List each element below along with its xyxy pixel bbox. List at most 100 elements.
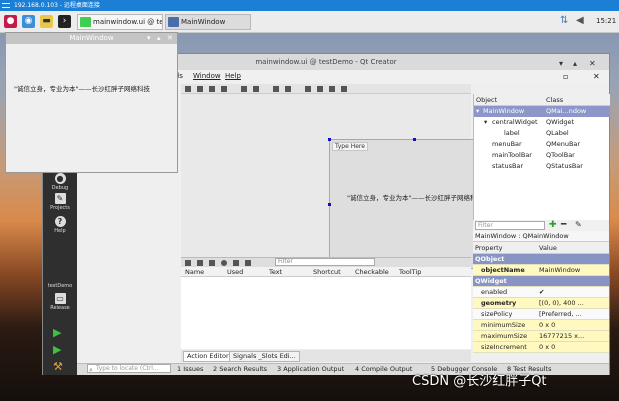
column-header[interactable]: Name bbox=[185, 267, 204, 277]
break-layout-icon[interactable] bbox=[329, 86, 335, 92]
paste-action-icon[interactable] bbox=[209, 260, 215, 266]
layout-form-icon[interactable] bbox=[317, 86, 323, 92]
kit-selector[interactable]: testDemo ▭ Release bbox=[43, 283, 77, 311]
edit-buddies-icon[interactable] bbox=[209, 86, 215, 92]
tree-item-menubar[interactable]: menuBar QMenuBar bbox=[474, 139, 610, 150]
layout-split-h-icon[interactable] bbox=[273, 86, 279, 92]
object-inspector: Object Class ▾ MainWindow QMai...ndow ▾ … bbox=[473, 94, 610, 228]
mainwindow-title: MainWindow bbox=[69, 34, 114, 42]
adjust-size-icon[interactable] bbox=[341, 86, 347, 92]
settings-icon[interactable] bbox=[221, 260, 227, 266]
csdn-watermark: CSDN @长沙红胖子Qt bbox=[412, 374, 547, 389]
property-row[interactable]: geometry [(0, 0), 400 ... bbox=[473, 298, 609, 309]
qtcreator-icon bbox=[80, 17, 91, 27]
pane-issues[interactable]: 1 Issues bbox=[177, 364, 203, 375]
close-icon[interactable]: ✕ bbox=[167, 33, 173, 44]
menu-type-here[interactable]: Type Here bbox=[332, 142, 368, 151]
volume-icon[interactable]: ◀ bbox=[576, 15, 584, 26]
edit-tab-order-icon[interactable] bbox=[221, 86, 227, 92]
property-row[interactable]: enabled ✔ bbox=[473, 287, 609, 298]
editor-tabs: Action Editor Signals _Slots Edi... bbox=[181, 350, 471, 362]
remove-property-icon[interactable]: ━ bbox=[561, 220, 566, 230]
layout-horizontal-icon[interactable] bbox=[241, 86, 247, 92]
run-icon[interactable]: ▶ bbox=[53, 326, 61, 339]
property-filter-input[interactable]: Filter bbox=[475, 221, 545, 230]
tree-item-maintoolbar[interactable]: mainToolBar QToolBar bbox=[474, 150, 610, 161]
new-action-icon[interactable] bbox=[185, 260, 191, 266]
view-mode-icon[interactable] bbox=[245, 260, 251, 266]
taskbar-task-qtcreator[interactable]: mainwindow.ui @ tes... bbox=[77, 14, 163, 30]
mainwindow-label: "诚信立身，专业为本"——长沙红胖子网络科技 bbox=[14, 85, 150, 93]
collapse-icon[interactable]: ▾ bbox=[484, 117, 487, 128]
mode-help[interactable]: ? Help bbox=[43, 216, 77, 234]
resize-handle[interactable] bbox=[328, 203, 331, 206]
menu-window[interactable]: Window bbox=[193, 70, 221, 83]
terminal-icon[interactable]: › bbox=[58, 15, 71, 28]
column-header[interactable]: Checkable bbox=[355, 267, 389, 277]
debug-run-icon[interactable]: ▶ bbox=[53, 343, 61, 356]
column-header[interactable]: Text bbox=[269, 267, 282, 277]
edit-widgets-icon[interactable] bbox=[185, 86, 191, 92]
tab-action-editor[interactable]: Action Editor bbox=[183, 351, 233, 362]
clock: 15:21 bbox=[596, 17, 617, 25]
wrench-icon: ✎ bbox=[54, 193, 66, 204]
property-group-qwidget[interactable]: QWidget bbox=[473, 276, 609, 287]
property-group-qobject[interactable]: QObject bbox=[473, 254, 609, 265]
action-table-header: Name Used Text Shortcut Checkable ToolTi… bbox=[181, 267, 471, 277]
delete-action-icon[interactable] bbox=[233, 260, 239, 266]
menu-close-icon[interactable]: ✕ bbox=[593, 70, 600, 83]
mainwindow-titlebar[interactable]: MainWindow ▾ ▴ ✕ bbox=[6, 33, 177, 44]
collapse-icon[interactable]: ▾ bbox=[476, 106, 479, 117]
build-hammer-icon[interactable]: ⚒ bbox=[53, 360, 63, 373]
mode-debug[interactable]: ● Debug bbox=[43, 173, 77, 191]
menu-restore-icon[interactable]: ▫ bbox=[563, 70, 568, 83]
property-header: Property Value bbox=[473, 242, 609, 254]
column-header[interactable]: Used bbox=[227, 267, 243, 277]
action-filter-input[interactable]: Filter bbox=[275, 258, 375, 266]
browser-icon[interactable]: ◉ bbox=[22, 15, 35, 28]
layout-grid-icon[interactable] bbox=[305, 86, 311, 92]
action-table-body[interactable] bbox=[181, 277, 471, 349]
menu-bars-icon[interactable] bbox=[2, 3, 10, 8]
property-row[interactable]: maximumSize 16777215 x... bbox=[473, 331, 609, 342]
form-editor-toolbar bbox=[181, 84, 471, 94]
tree-item-statusbar[interactable]: statusBar QStatusBar bbox=[474, 161, 610, 172]
property-class-line: MainWindow : QMainWindow bbox=[473, 231, 609, 242]
add-dynamic-property-icon[interactable]: ✚ bbox=[549, 220, 557, 230]
taskbar-task-mainwindow[interactable]: MainWindow bbox=[165, 14, 251, 30]
maximize-icon[interactable]: ▴ bbox=[157, 33, 161, 44]
mode-projects[interactable]: ✎ Projects bbox=[43, 193, 77, 211]
edit-signals-icon[interactable] bbox=[197, 86, 203, 92]
pane-application-output[interactable]: 3 Application Output bbox=[277, 364, 344, 375]
folder-icon[interactable]: ▬ bbox=[40, 15, 53, 28]
remote-desktop-title: 192.168.0.103 - 远程桌面连接 bbox=[14, 2, 100, 9]
search-icon: ⌕ bbox=[89, 366, 93, 374]
property-row[interactable]: objectName MainWindow bbox=[473, 265, 609, 276]
layout-vertical-icon[interactable] bbox=[253, 86, 259, 92]
raspberry-menu-icon[interactable]: ● bbox=[4, 15, 17, 28]
menu-help[interactable]: Help bbox=[225, 70, 241, 83]
tree-item-mainwindow[interactable]: ▾ MainWindow QMai...ndow bbox=[474, 106, 610, 117]
property-row[interactable]: sizePolicy [Preferred, ... bbox=[473, 309, 609, 320]
remote-desktop-titlebar: 192.168.0.103 - 远程桌面连接 bbox=[0, 0, 619, 11]
object-inspector-header: Object Class bbox=[474, 94, 610, 106]
column-header[interactable]: ToolTip bbox=[399, 267, 421, 277]
config-wrench-icon[interactable]: ✎ bbox=[575, 220, 582, 230]
resize-handle[interactable] bbox=[413, 138, 416, 141]
tab-signals-slots[interactable]: Signals _Slots Edi... bbox=[229, 351, 300, 362]
resize-handle[interactable] bbox=[328, 138, 331, 141]
minimize-icon[interactable]: ▾ bbox=[147, 33, 151, 44]
layout-split-v-icon[interactable] bbox=[285, 86, 291, 92]
tree-item-label[interactable]: label QLabel bbox=[474, 128, 610, 139]
property-row[interactable]: sizeIncrement 0 x 0 bbox=[473, 342, 609, 353]
property-row[interactable]: minimumSize 0 x 0 bbox=[473, 320, 609, 331]
pane-search-results[interactable]: 2 Search Results bbox=[213, 364, 267, 375]
tree-item-centralwidget[interactable]: ▾ centralWidget QWidget bbox=[474, 117, 610, 128]
taskbar: ● ◉ ▬ › mainwindow.ui @ tes... MainWindo… bbox=[0, 11, 619, 33]
locator-input[interactable]: Type to locate (Ctrl... bbox=[87, 364, 171, 373]
network-transfer-icon[interactable]: ⇅ bbox=[560, 15, 568, 26]
monitor-icon: ▭ bbox=[54, 293, 66, 304]
pane-compile-output[interactable]: 4 Compile Output bbox=[355, 364, 412, 375]
copy-action-icon[interactable] bbox=[197, 260, 203, 266]
column-header[interactable]: Shortcut bbox=[313, 267, 341, 277]
